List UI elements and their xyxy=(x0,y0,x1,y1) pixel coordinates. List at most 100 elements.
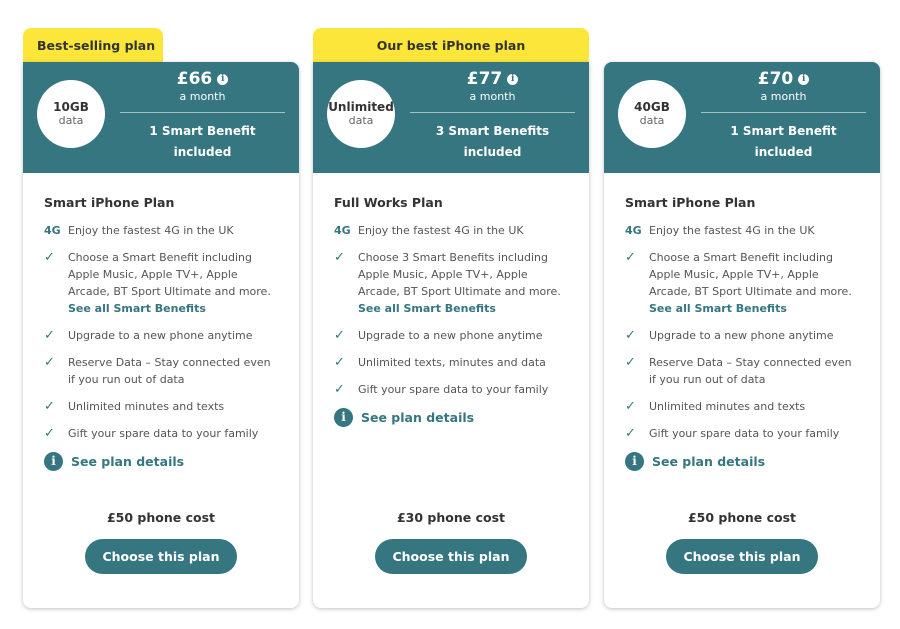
price-column: £66 i a month 1 Smart Benefit included xyxy=(120,68,285,163)
choose-plan-button[interactable]: Choose this plan xyxy=(85,539,237,574)
feature-item: ✓ Unlimited minutes and texts xyxy=(44,398,278,415)
feature-smart-benefit: ✓ Choose 3 Smart Benefits including Appl… xyxy=(334,249,568,317)
check-icon: ✓ xyxy=(625,328,636,343)
plan-footer: £50 phone cost Choose this plan xyxy=(604,510,880,574)
feature-4g: 4G Enjoy the fastest 4G in the UK xyxy=(625,222,859,239)
plan-header: 10GB data £66 i a month 1 Smart Benefit … xyxy=(23,62,299,173)
choose-plan-button[interactable]: Choose this plan xyxy=(666,539,818,574)
check-icon: ✓ xyxy=(625,399,636,414)
plan-card-10gb: Best-selling plan 10GB data £66 i a mont… xyxy=(23,28,299,608)
feature-item: ✓ Upgrade to a new phone anytime xyxy=(44,327,278,344)
header-divider xyxy=(120,112,285,113)
data-unit: data xyxy=(639,114,665,127)
see-all-smart-benefits-link[interactable]: See all Smart Benefits xyxy=(68,302,206,315)
plan-card-40gb: 40GB data £70 i a month 1 Smart Benefit … xyxy=(604,28,880,608)
feature-text: Unlimited minutes and texts xyxy=(649,400,806,413)
check-icon: ✓ xyxy=(44,355,55,370)
check-icon: ✓ xyxy=(44,328,55,343)
data-amount: 40GB xyxy=(634,100,670,114)
details-link-text[interactable]: See plan details xyxy=(652,454,765,469)
plan-name: Smart iPhone Plan xyxy=(625,195,756,210)
data-unit: data xyxy=(348,114,374,127)
plan-card-unlimited: Our best iPhone plan Unlimited data £77 … xyxy=(313,28,589,608)
feature-4g: 4G Enjoy the fastest 4G in the UK xyxy=(334,222,568,239)
check-icon: ✓ xyxy=(625,426,636,441)
ribbon-badge: Best-selling plan xyxy=(23,28,163,62)
data-amount: Unlimited xyxy=(328,100,394,114)
price-column: £77 i a month 3 Smart Benefits included xyxy=(410,68,575,163)
plan-features: Full Works Plan 4G Enjoy the fastest 4G … xyxy=(313,173,589,427)
benefits-line-2: included xyxy=(173,145,232,159)
ribbon-badge: Our best iPhone plan xyxy=(313,28,589,62)
check-icon: ✓ xyxy=(44,426,55,441)
see-plan-details-link[interactable]: i See plan details xyxy=(334,408,568,427)
feature-text: Upgrade to a new phone anytime xyxy=(649,329,834,342)
feature-text: Gift your spare data to your family xyxy=(68,427,259,440)
phone-cost: £50 phone cost xyxy=(106,510,216,525)
benefits-count: 1 Smart Benefit included xyxy=(701,121,866,163)
header-divider xyxy=(701,112,866,113)
feature-item: ✓ Unlimited minutes and texts xyxy=(625,398,859,415)
feature-text: Unlimited texts, minutes and data xyxy=(358,356,546,369)
monthly-price: £70 i xyxy=(758,68,810,90)
check-icon: ✓ xyxy=(334,382,345,397)
data-amount: 10GB xyxy=(53,100,89,114)
feature-item: ✓ Gift your spare data to your family xyxy=(334,381,568,398)
check-icon: ✓ xyxy=(625,250,636,265)
choose-plan-button[interactable]: Choose this plan xyxy=(375,539,527,574)
phone-cost: £50 phone cost xyxy=(687,510,797,525)
data-unit: data xyxy=(58,114,84,127)
data-bubble: 40GB data xyxy=(618,80,686,148)
details-link-text[interactable]: See plan details xyxy=(71,454,184,469)
price-value: £70 xyxy=(757,69,794,89)
feature-item: ✓ Unlimited texts, minutes and data xyxy=(334,354,568,371)
info-icon: i xyxy=(44,452,63,471)
info-icon: i xyxy=(625,452,644,471)
header-divider xyxy=(410,112,575,113)
info-icon: i xyxy=(334,408,353,427)
feature-text: Reserve Data – Stay connected even if yo… xyxy=(649,356,852,386)
see-plan-details-link[interactable]: i See plan details xyxy=(44,452,278,471)
check-icon: ✓ xyxy=(334,250,345,265)
info-icon[interactable]: i xyxy=(217,73,229,85)
benefits-line-2: included xyxy=(463,145,522,159)
data-bubble: Unlimited data xyxy=(327,80,395,148)
data-bubble: 10GB data xyxy=(37,80,105,148)
price-value: £66 xyxy=(176,69,213,89)
check-icon: ✓ xyxy=(625,355,636,370)
feature-text: Choose a Smart Benefit including Apple M… xyxy=(68,251,271,298)
feature-text: Choose 3 Smart Benefits including Apple … xyxy=(358,251,561,298)
benefits-line-1: 1 Smart Benefit xyxy=(730,124,837,138)
see-all-smart-benefits-link[interactable]: See all Smart Benefits xyxy=(358,302,496,315)
feature-text: Unlimited minutes and texts xyxy=(68,400,225,413)
see-plan-details-link[interactable]: i See plan details xyxy=(625,452,859,471)
feature-item: ✓ Upgrade to a new phone anytime xyxy=(334,327,568,344)
benefits-line-1: 1 Smart Benefit xyxy=(149,124,256,138)
feature-item: ✓ Upgrade to a new phone anytime xyxy=(625,327,859,344)
info-icon[interactable]: i xyxy=(798,73,810,85)
price-period: a month xyxy=(179,90,226,103)
plan-footer: £30 phone cost Choose this plan xyxy=(313,510,589,574)
benefits-count: 3 Smart Benefits included xyxy=(410,121,575,163)
plan-name: Full Works Plan xyxy=(334,195,443,210)
info-icon[interactable]: i xyxy=(507,73,519,85)
check-icon: ✓ xyxy=(334,355,345,370)
4g-icon: 4G xyxy=(44,224,61,237)
plan-name: Smart iPhone Plan xyxy=(44,195,175,210)
plan-header: Unlimited data £77 i a month 3 Smart Ben… xyxy=(313,62,589,173)
details-link-text[interactable]: See plan details xyxy=(361,410,474,425)
plan-features: Smart iPhone Plan 4G Enjoy the fastest 4… xyxy=(23,173,299,471)
feature-smart-benefit: ✓ Choose a Smart Benefit including Apple… xyxy=(44,249,278,317)
feature-text: Choose a Smart Benefit including Apple M… xyxy=(649,251,852,298)
feature-text: Enjoy the fastest 4G in the UK xyxy=(358,224,524,237)
feature-text: Reserve Data – Stay connected even if yo… xyxy=(68,356,271,386)
4g-icon: 4G xyxy=(625,224,642,237)
feature-4g: 4G Enjoy the fastest 4G in the UK xyxy=(44,222,278,239)
check-icon: ✓ xyxy=(44,399,55,414)
feature-smart-benefit: ✓ Choose a Smart Benefit including Apple… xyxy=(625,249,859,317)
plan-header: 40GB data £70 i a month 1 Smart Benefit … xyxy=(604,62,880,173)
phone-cost: £30 phone cost xyxy=(396,510,506,525)
plan-card-body: Unlimited data £77 i a month 3 Smart Ben… xyxy=(313,62,589,608)
see-all-smart-benefits-link[interactable]: See all Smart Benefits xyxy=(649,302,787,315)
price-period: a month xyxy=(469,90,516,103)
